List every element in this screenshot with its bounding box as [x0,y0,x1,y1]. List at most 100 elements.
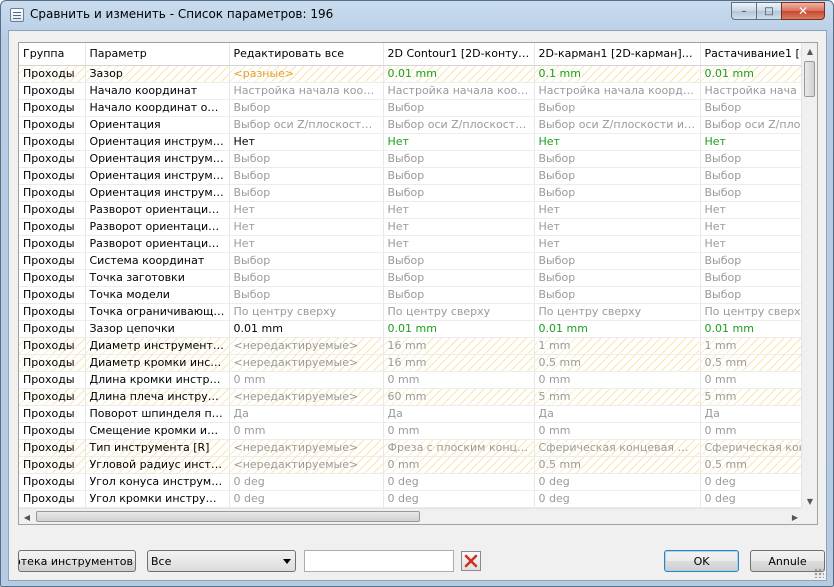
cell-value[interactable]: 0.5 mm [534,456,701,474]
cell-value[interactable]: 0 mm [534,371,701,389]
cell-value[interactable]: 0.01 mm [383,320,535,338]
scroll-up-icon[interactable]: ▲ [802,43,817,59]
cell-value[interactable]: 0 deg [534,473,701,491]
cell-value[interactable]: Нет [534,235,701,253]
table-row[interactable]: Проходы Разворот ориентации и... Нет Нет Нет… [19,218,803,236]
cell-value[interactable]: Выбор [383,167,535,185]
cell-value[interactable]: 0.1 mm [534,65,701,83]
cell-edit-all[interactable]: <разные> [229,65,384,83]
cell-value[interactable]: Выбор [700,167,803,185]
table-row[interactable]: Проходы Зазор цепочки 0.01 mm 0.01 mm 0.01 m… [19,320,803,338]
cell-edit-all[interactable]: Выбор [229,167,384,185]
horizontal-scroll-thumb[interactable] [36,511,420,522]
cell-value[interactable]: Нет [700,201,803,219]
clear-filter-button[interactable] [461,551,481,571]
cell-value[interactable]: 0 deg [700,490,803,508]
column-header[interactable]: Растачивание1 [Ра [700,43,803,66]
cell-edit-all[interactable]: <нередактируемые> [229,337,384,355]
cell-value[interactable]: 0.01 mm [700,65,803,83]
table-row[interactable]: Проходы Начало координат Настройка начала … [19,82,803,100]
cell-edit-all[interactable]: Нет [229,218,384,236]
cell-value[interactable]: Выбор оси Z/пло [700,116,803,134]
table-row[interactable]: Проходы Угол конуса инструмен... 0 deg 0 de… [19,473,803,491]
column-header[interactable]: 2D-карман1 [2D-карман] [2... [534,43,701,66]
cell-value[interactable]: Выбор [700,286,803,304]
cell-value[interactable]: Выбор [700,252,803,270]
table-row[interactable]: Проходы Тип инструмента [R] <нередактируем… [19,439,803,457]
cell-value[interactable]: Настройка нача [700,82,803,100]
cell-value[interactable]: Нет [534,133,701,151]
cell-edit-all[interactable]: <нередактируемые> [229,354,384,372]
cell-edit-all[interactable]: <нередактируемые> [229,456,384,474]
cell-value[interactable]: 0 deg [700,473,803,491]
title-bar[interactable]: Сравнить и изменить - Список параметров:… [1,1,833,29]
cell-value[interactable]: Выбор [383,150,535,168]
table-row[interactable]: Проходы Диаметр инструмента [R] <нередакти… [19,337,803,355]
cell-value[interactable]: 5 mm [534,388,701,406]
horizontal-scrollbar[interactable]: ◀ ▶ [19,508,803,524]
cell-value[interactable]: Нет [534,201,701,219]
ok-button[interactable]: OK [664,550,739,572]
cell-edit-all[interactable]: Нет [229,235,384,253]
cell-value[interactable]: Выбор [534,167,701,185]
cell-edit-all[interactable]: Настройка начала коорд... [229,82,384,100]
cell-value[interactable]: Выбор [383,99,535,117]
cell-value[interactable]: Выбор оси Z/плоскости и ос... [534,116,701,134]
table-row[interactable]: Проходы Начало координат ори... Выбор Выбор… [19,99,803,117]
table-row[interactable]: Проходы Ориентация инструмен... Выбор Выбор… [19,167,803,185]
cell-value[interactable]: 0 mm [534,422,701,440]
table-row[interactable]: Проходы Угол кромки инструмен... 0 deg 0 de… [19,490,803,508]
cell-value[interactable]: Сферическая конц [700,439,803,457]
cell-value[interactable]: Нет [700,218,803,236]
cell-value[interactable]: 1 mm [700,337,803,355]
filter-input[interactable] [304,550,454,572]
table-row[interactable]: Проходы Диаметр кромки инстр... <нередакти… [19,354,803,372]
table-row[interactable]: Проходы Поворот шпинделя по ... Да Да Да Да [19,405,803,423]
cell-value[interactable]: Выбор [534,150,701,168]
cell-edit-all[interactable]: <нередактируемые> [229,388,384,406]
table-row[interactable]: Проходы Длина кромки инструм... 0 mm 0 mm 0 … [19,371,803,389]
cell-value[interactable]: Выбор [534,269,701,287]
vertical-scroll-thumb[interactable] [804,61,815,97]
cell-value[interactable]: 0.01 mm [534,320,701,338]
cell-value[interactable]: 0.5 mm [534,354,701,372]
cell-value[interactable]: 0 deg [383,473,535,491]
cell-value[interactable]: 0 deg [383,490,535,508]
cell-value[interactable]: Нет [383,201,535,219]
cell-edit-all[interactable]: Выбор [229,286,384,304]
cell-value[interactable]: Нет [383,218,535,236]
cell-value[interactable]: Выбор [534,99,701,117]
cell-value[interactable]: Да [383,405,535,423]
close-button[interactable]: ✕ [781,2,825,20]
table-row[interactable]: Проходы Ориентация Выбор оси Z/плоскости и… [19,116,803,134]
filter-select[interactable]: Все [147,550,296,572]
table-row[interactable]: Проходы Смещение кромки инст... 0 mm 0 mm 0 … [19,422,803,440]
cell-value[interactable]: 0.5 mm [700,456,803,474]
column-header[interactable]: Группа [19,43,86,66]
cell-edit-all[interactable]: 0 deg [229,473,384,491]
cell-edit-all[interactable]: 0.01 mm [229,320,384,338]
cell-value[interactable]: Фреза с плоским концом [383,439,535,457]
cell-edit-all[interactable]: По центру сверху [229,303,384,321]
cell-value[interactable]: Выбор оси Z/плоскости и... [383,116,535,134]
table-row[interactable]: Проходы Зазор <разные> 0.01 mm 0.1 mm 0.01 mm [19,65,803,83]
table-row[interactable]: Проходы Ориентация инструмен... Выбор Выбор… [19,184,803,202]
cell-value[interactable]: Выбор [383,269,535,287]
cell-edit-all[interactable]: Выбор [229,269,384,287]
cell-value[interactable]: Выбор [383,286,535,304]
table-row[interactable]: Проходы Длина плеча инструме... <нередакти… [19,388,803,406]
cell-value[interactable]: 5 mm [700,388,803,406]
cell-value[interactable]: По центру сверху [700,303,803,321]
scroll-down-icon[interactable]: ▼ [802,493,817,509]
cell-edit-all[interactable]: 0 mm [229,422,384,440]
cell-edit-all[interactable]: 0 deg [229,490,384,508]
cell-edit-all[interactable]: Выбор оси Z/плоскости и ... [229,116,384,134]
cell-value[interactable]: Выбор [534,286,701,304]
cell-value[interactable]: 0.01 mm [383,65,535,83]
table-row[interactable]: Проходы Система координат Выбор Выбор Выбор В… [19,252,803,270]
cell-value[interactable]: Выбор [534,252,701,270]
cell-value[interactable]: 0 mm [383,422,535,440]
cell-edit-all[interactable]: Выбор [229,150,384,168]
column-header[interactable]: 2D Contour1 [2D-контур]... [383,43,535,66]
tool-library-button[interactable]: блиотека инструментов [18,550,136,572]
